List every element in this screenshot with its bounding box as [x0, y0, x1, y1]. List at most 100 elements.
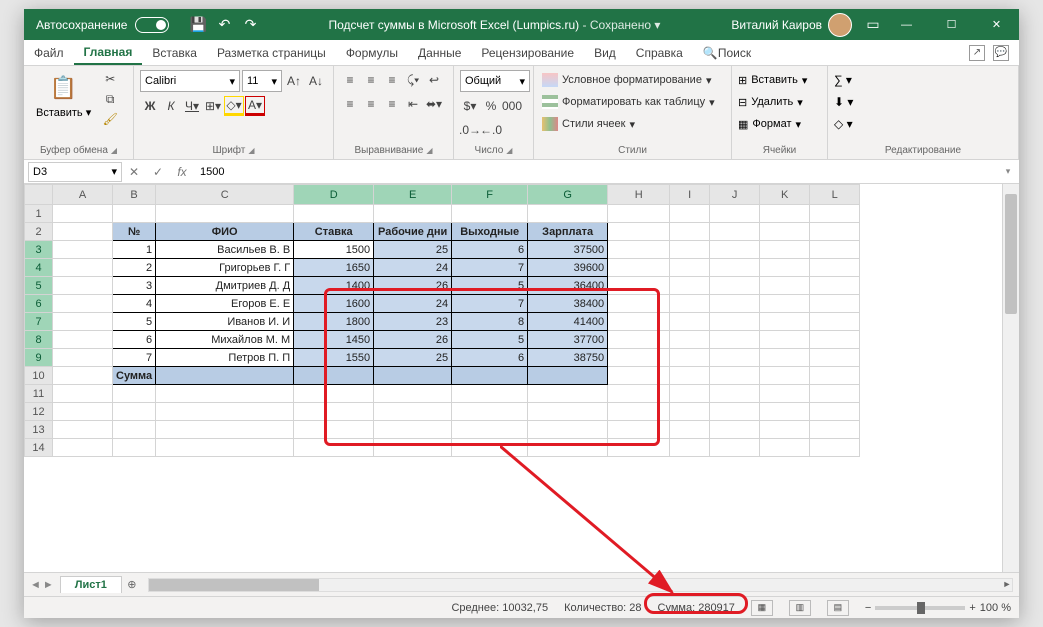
cell[interactable]: [156, 367, 294, 385]
indent-less-icon[interactable]: ⇤: [403, 94, 423, 114]
cell[interactable]: [294, 421, 374, 439]
cell[interactable]: [670, 331, 710, 349]
cell[interactable]: [156, 439, 294, 457]
cell-days[interactable]: 25: [374, 241, 452, 259]
cell[interactable]: [53, 205, 113, 223]
cell[interactable]: [760, 439, 810, 457]
save-icon[interactable]: 💾: [187, 14, 209, 36]
cell[interactable]: [53, 421, 113, 439]
column-header-D[interactable]: D: [294, 185, 374, 205]
cell[interactable]: [452, 403, 528, 421]
column-header-F[interactable]: F: [452, 185, 528, 205]
row-header[interactable]: 7: [25, 313, 53, 331]
tab-file[interactable]: Файл: [24, 40, 74, 65]
paste-button[interactable]: 📋 Вставить ▾: [30, 70, 97, 121]
cell[interactable]: [452, 421, 528, 439]
cell[interactable]: [608, 259, 670, 277]
column-header-L[interactable]: L: [810, 185, 860, 205]
cell[interactable]: [710, 331, 760, 349]
cell[interactable]: [608, 439, 670, 457]
cell-rate[interactable]: 1550: [294, 349, 374, 367]
cell[interactable]: [670, 403, 710, 421]
cell[interactable]: [528, 439, 608, 457]
row-header[interactable]: 3: [25, 241, 53, 259]
fx-icon[interactable]: fx: [170, 165, 194, 179]
cell[interactable]: [53, 223, 113, 241]
comma-icon[interactable]: 000: [502, 96, 522, 116]
increase-font-icon[interactable]: A↑: [284, 71, 304, 91]
header-fio[interactable]: ФИО: [156, 223, 294, 241]
cell[interactable]: [608, 385, 670, 403]
cell[interactable]: [710, 385, 760, 403]
cell-fio[interactable]: Михайлов М. М: [156, 331, 294, 349]
underline-button[interactable]: Ч▾: [182, 96, 202, 116]
cell[interactable]: [810, 421, 860, 439]
cell[interactable]: [53, 439, 113, 457]
cell[interactable]: [670, 223, 710, 241]
cell[interactable]: [760, 277, 810, 295]
cancel-formula-icon[interactable]: ✕: [122, 165, 146, 179]
cell-days[interactable]: 25: [374, 349, 452, 367]
cell[interactable]: [528, 205, 608, 223]
cell[interactable]: [374, 367, 452, 385]
cell[interactable]: [608, 313, 670, 331]
cell-rate[interactable]: 1500: [294, 241, 374, 259]
cell-no[interactable]: 2: [113, 259, 156, 277]
insert-cells-button[interactable]: ⊞ Вставить ▾: [738, 70, 807, 90]
cell[interactable]: [294, 205, 374, 223]
name-box[interactable]: D3▾: [28, 162, 122, 182]
row-header[interactable]: 13: [25, 421, 53, 439]
sheet-nav-prev-icon[interactable]: ◄: [30, 579, 41, 591]
cell[interactable]: [113, 403, 156, 421]
cell[interactable]: [810, 313, 860, 331]
cell[interactable]: [452, 205, 528, 223]
comments-button[interactable]: 💬: [993, 45, 1009, 61]
cell-rate[interactable]: 1650: [294, 259, 374, 277]
tab-home[interactable]: Главная: [74, 40, 143, 65]
cell-off[interactable]: 6: [452, 241, 528, 259]
percent-icon[interactable]: %: [481, 96, 501, 116]
cell[interactable]: [670, 241, 710, 259]
cell-no[interactable]: 6: [113, 331, 156, 349]
decrease-font-icon[interactable]: A↓: [306, 71, 326, 91]
cell[interactable]: [710, 403, 760, 421]
cell-off[interactable]: 7: [452, 295, 528, 313]
cell[interactable]: [608, 277, 670, 295]
cell[interactable]: [710, 349, 760, 367]
cell[interactable]: [760, 367, 810, 385]
cell[interactable]: [452, 367, 528, 385]
user-avatar[interactable]: [828, 13, 852, 37]
zoom-in-button[interactable]: +: [969, 602, 975, 614]
delete-cells-button[interactable]: ⊟ Удалить ▾: [738, 92, 807, 112]
column-header-I[interactable]: I: [670, 185, 710, 205]
cell[interactable]: [810, 277, 860, 295]
column-header-K[interactable]: K: [760, 185, 810, 205]
zoom-out-button[interactable]: −: [865, 602, 871, 614]
cell-rate[interactable]: 1600: [294, 295, 374, 313]
column-header-H[interactable]: H: [608, 185, 670, 205]
cell[interactable]: [608, 403, 670, 421]
horizontal-scrollbar[interactable]: ◄►: [148, 578, 1013, 592]
close-button[interactable]: ✕: [974, 9, 1019, 40]
tab-layout[interactable]: Разметка страницы: [207, 40, 336, 65]
expand-formula-bar-icon[interactable]: ▾: [997, 166, 1019, 177]
column-header-A[interactable]: A: [53, 185, 113, 205]
cell-no[interactable]: 4: [113, 295, 156, 313]
cell[interactable]: [670, 205, 710, 223]
row-header[interactable]: 10: [25, 367, 53, 385]
cell[interactable]: [810, 439, 860, 457]
cell[interactable]: [760, 331, 810, 349]
merge-cells-icon[interactable]: ⬌▾: [424, 94, 444, 114]
cell-days[interactable]: 26: [374, 331, 452, 349]
cell[interactable]: [810, 295, 860, 313]
align-left-icon[interactable]: ≡: [340, 94, 360, 114]
tab-view[interactable]: Вид: [584, 40, 626, 65]
maximize-button[interactable]: ☐: [929, 9, 974, 40]
share-button[interactable]: ↗: [969, 45, 985, 61]
cell[interactable]: [710, 277, 760, 295]
fill-color-button[interactable]: ◇▾: [224, 96, 244, 116]
redo-icon[interactable]: ↷: [239, 14, 261, 36]
cell-fio[interactable]: Дмитриев Д. Д: [156, 277, 294, 295]
column-header-E[interactable]: E: [374, 185, 452, 205]
cell[interactable]: [608, 205, 670, 223]
